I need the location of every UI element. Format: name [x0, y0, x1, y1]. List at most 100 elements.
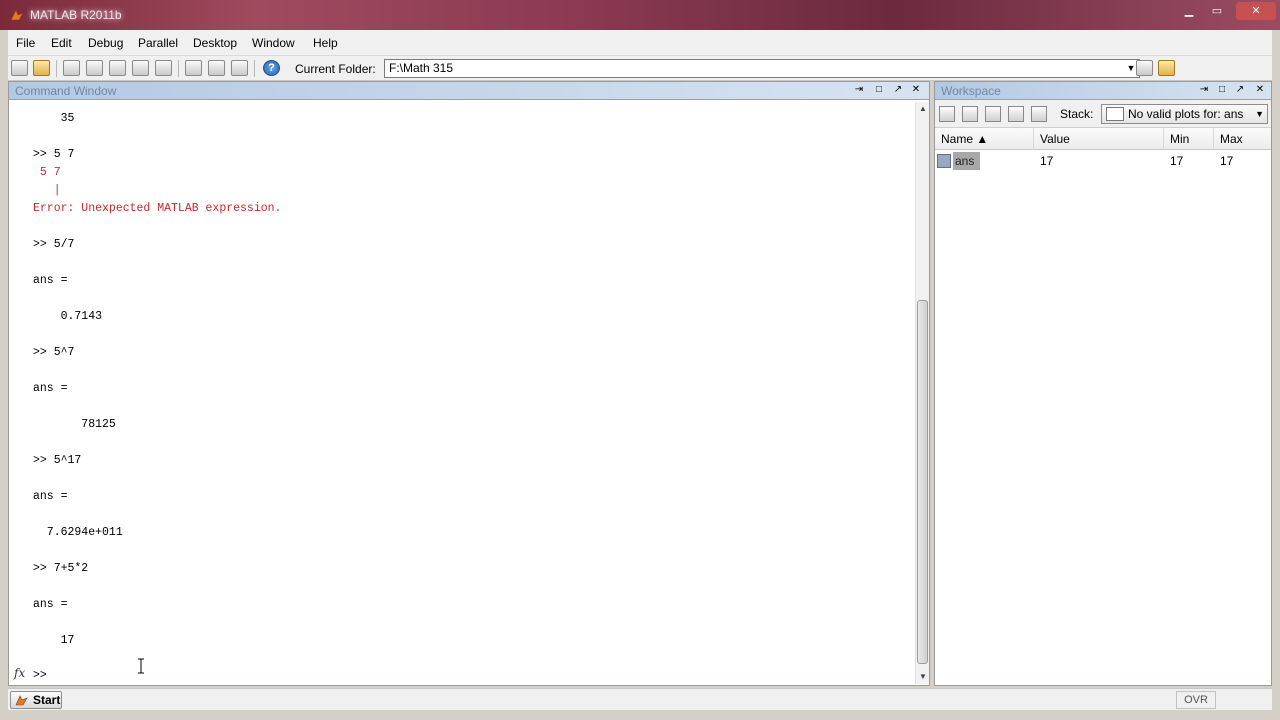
new-file-icon[interactable] [11, 60, 28, 76]
restore-icon[interactable]: ↗ [891, 83, 905, 97]
close-button[interactable]: ✕ [1236, 2, 1276, 20]
variable-max: 17 [1220, 154, 1234, 168]
matlab-logo-icon [10, 9, 24, 21]
redo-icon[interactable] [155, 60, 172, 76]
workspace-panel: Workspace ⇥ □ ↗ ✕ Stack: No valid plots … [934, 81, 1272, 686]
scroll-up-icon[interactable]: ▲ [916, 102, 930, 116]
plot-selector[interactable]: No valid plots for: ans ▼ [1101, 104, 1268, 124]
output-line: 7.6294e+011 [33, 526, 123, 539]
profiler-icon[interactable] [231, 60, 248, 76]
menu-help[interactable]: Help [313, 36, 338, 50]
copy-icon[interactable] [86, 60, 103, 76]
column-header-name[interactable]: Name ▲ [935, 128, 1034, 150]
variable-name[interactable]: ans [953, 152, 981, 170]
window-title: MATLAB R2011b [30, 8, 122, 22]
output-line: ans = [33, 274, 68, 287]
command-prompt: >> [33, 669, 47, 682]
output-line: 17 [33, 634, 75, 647]
maximize-icon: ▭ [1211, 5, 1223, 17]
variable-min: 17 [1170, 154, 1184, 168]
output-line: 78125 [33, 418, 116, 431]
new-variable-icon[interactable] [939, 106, 955, 122]
scroll-down-icon[interactable]: ▼ [916, 670, 930, 684]
minimize-icon: ▁ [1184, 5, 1194, 17]
command-input-line: >> 5/7 [33, 238, 75, 251]
menu-desktop[interactable]: Desktop [193, 36, 237, 50]
matlab-logo-icon [15, 695, 28, 706]
toolbar-separator [178, 60, 179, 77]
command-window-titlebar: Command Window ⇥ □ ↗ ✕ [9, 82, 929, 100]
function-browser-icon[interactable]: fx [14, 666, 25, 680]
workspace-toolbar: Stack: No valid plots for: ans ▼ [935, 100, 1271, 128]
undock-icon[interactable]: ⇥ [852, 83, 866, 97]
toolbar-separator [254, 60, 255, 77]
chevron-down-icon: ▼ [1255, 109, 1264, 119]
undock-icon[interactable]: ⇥ [1197, 83, 1211, 97]
help-icon[interactable]: ? [263, 60, 280, 76]
open-folder-icon[interactable] [33, 60, 50, 76]
menu-debug[interactable]: Debug [88, 36, 123, 50]
minimize-button[interactable]: ▁ [1178, 2, 1200, 20]
output-line: ans = [33, 490, 68, 503]
simulink-icon[interactable] [185, 60, 202, 76]
command-input-line: >> 5 7 [33, 148, 75, 161]
import-data-icon[interactable] [985, 106, 1001, 122]
close-icon: ✕ [1251, 5, 1261, 17]
start-button[interactable]: Start [10, 691, 62, 709]
table-row[interactable]: ans 17 17 17 [935, 152, 1271, 170]
error-line: Error: Unexpected MATLAB expression. [33, 202, 282, 215]
maximize-button[interactable]: ▭ [1206, 2, 1228, 20]
maximize-icon[interactable]: □ [1215, 83, 1229, 97]
command-input-line: >> 5^7 [33, 346, 75, 359]
paste-icon[interactable] [109, 60, 126, 76]
undo-icon[interactable] [132, 60, 149, 76]
start-label: Start [33, 693, 61, 707]
variable-value: 17 [1040, 154, 1054, 168]
cut-icon[interactable] [63, 60, 80, 76]
current-folder-field[interactable]: F:\Math 315 [384, 59, 1140, 78]
output-line: ans = [33, 598, 68, 611]
open-selection-icon[interactable] [962, 106, 978, 122]
command-window[interactable]: Command Window ⇥ □ ↗ ✕ 35 >> 5 7 5 7 | Err… [8, 81, 930, 686]
matrix-variable-icon [937, 154, 951, 168]
text-cursor-icon [138, 658, 144, 674]
status-bar: Start OVR [8, 688, 1272, 710]
parent-folder-icon[interactable] [1158, 60, 1175, 76]
guide-icon[interactable] [208, 60, 225, 76]
error-line: | [33, 184, 61, 197]
scroll-thumb[interactable] [917, 300, 928, 664]
column-header-max[interactable]: Max [1214, 128, 1271, 150]
command-window-title: Command Window [15, 84, 117, 98]
toolbar-separator [56, 60, 57, 77]
column-header-min[interactable]: Min [1164, 128, 1214, 150]
command-scrollbar[interactable]: ▲ ▼ [915, 102, 929, 684]
close-icon[interactable]: ✕ [1253, 83, 1267, 97]
command-output: 35 >> 5 7 5 7 | Error: Unexpected MATLAB e… [33, 110, 913, 650]
output-line: ans = [33, 382, 68, 395]
menu-parallel[interactable]: Parallel [138, 36, 178, 50]
plot-icon [1106, 107, 1124, 121]
error-line: 5 7 [33, 166, 61, 179]
maximize-icon[interactable]: □ [872, 83, 886, 97]
menu-edit[interactable]: Edit [51, 36, 72, 50]
restore-icon[interactable]: ↗ [1233, 83, 1247, 97]
save-workspace-icon[interactable] [1008, 106, 1024, 122]
close-icon[interactable]: ✕ [909, 83, 923, 97]
column-header-value[interactable]: Value [1034, 128, 1164, 150]
delete-variable-icon[interactable] [1031, 106, 1047, 122]
menu-file[interactable]: File [16, 36, 35, 50]
current-folder-label: Current Folder: [295, 62, 376, 76]
plot-selector-value: No valid plots for: ans [1128, 107, 1244, 121]
menu-window[interactable]: Window [252, 36, 295, 50]
workspace-title: Workspace [941, 84, 1001, 98]
browse-folder-icon[interactable] [1136, 60, 1153, 76]
workspace-titlebar: Workspace ⇥ □ ↗ ✕ [935, 82, 1271, 100]
